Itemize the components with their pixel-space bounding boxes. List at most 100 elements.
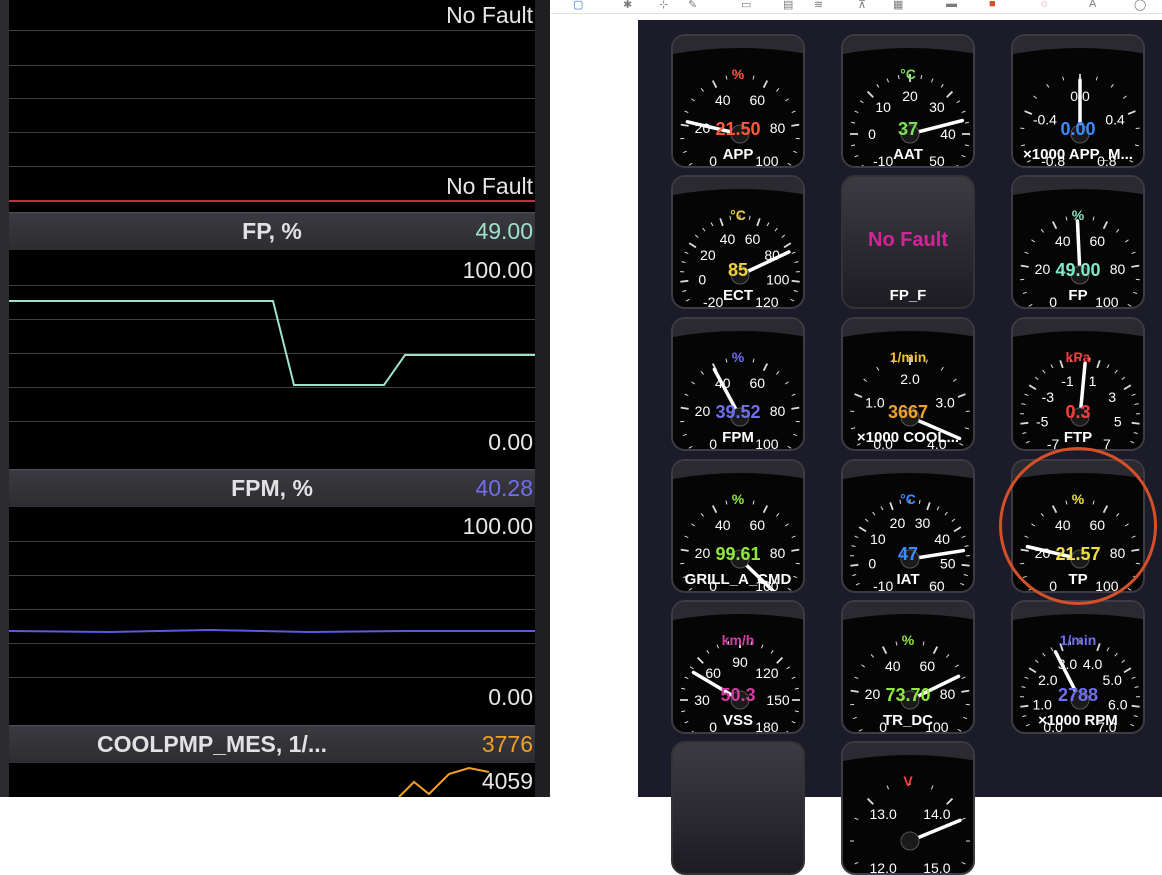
gauge-tile-fp-f[interactable]: No FaultFP_F [841, 175, 975, 309]
gauge-tile-ftp[interactable]: -7-5-3-11357kPa0.3FTP [1011, 317, 1145, 451]
lasso-icon[interactable]: ⊹ [659, 0, 668, 11]
gauge-tile--1000-cool-[interactable]: 0.01.02.03.04.01/min3667×1000 COOL... [841, 317, 975, 451]
pen-icon[interactable]: ✎ [688, 0, 697, 11]
gauge-label: TR_DC [843, 712, 973, 729]
gauge-value: 47 [843, 544, 973, 565]
gauge-tick [685, 394, 689, 396]
gauge-label: ×1000 COOL... [843, 429, 973, 446]
gauge-tick [954, 527, 961, 531]
gauge-tick [956, 591, 959, 593]
border-icon[interactable]: ▬ [946, 0, 957, 10]
select-icon[interactable]: ▢ [573, 0, 583, 11]
gauge-tick [1128, 111, 1135, 114]
gauge-tick-label: 20 [890, 515, 906, 531]
gauge-label: GRILL_A_CMD [673, 571, 803, 588]
gauge-tick [962, 536, 966, 538]
gauge-tick [685, 252, 689, 254]
adjust-icon[interactable]: ⊼ [858, 0, 866, 11]
gauge-tick [691, 307, 694, 309]
gauge-tick [689, 243, 696, 247]
gauge-tick [685, 536, 689, 538]
gauge-tile-app[interactable]: 020406080100%21.50APP [671, 34, 805, 168]
gauge-tick [1123, 96, 1126, 99]
fpm-value: 40.28 [475, 475, 533, 502]
gauge-tick-label: 4.0 [1083, 656, 1103, 672]
gauge-tick [785, 99, 788, 101]
gauge-tick [685, 677, 689, 679]
coolpmp-value: 3776 [482, 731, 533, 758]
gauge-tick [957, 165, 960, 167]
gauge-tick [1124, 385, 1131, 389]
gauge-tick [1132, 252, 1136, 254]
fp-trace [9, 251, 535, 459]
gauge-tick [855, 818, 859, 820]
gauge-tick [1051, 647, 1053, 651]
gauge-tick [1124, 668, 1131, 672]
highlight-circle [999, 447, 1157, 605]
gauge-tick [860, 101, 863, 103]
gauge-tick [1029, 668, 1036, 672]
color-icon[interactable]: ■ [989, 0, 996, 10]
gauge-tick [859, 729, 862, 731]
gauge-label: AAT [843, 146, 973, 163]
gauge-tile-fpm[interactable]: 020406080100%39.52FPM [671, 317, 805, 451]
gauge-unit: 1/min [1013, 632, 1143, 648]
gauge-tick-label: 12.0 [870, 860, 897, 875]
comment-icon[interactable]: ◯ [1134, 0, 1146, 11]
gauge-tick [792, 111, 796, 113]
layout-icon[interactable]: ▦ [893, 0, 903, 11]
gauge-tick [859, 527, 866, 531]
gauge-tile-empty[interactable] [671, 741, 805, 875]
gauge-unit: °C [673, 207, 803, 223]
font-icon[interactable]: A [1089, 0, 1096, 10]
fpm-header[interactable]: FPM, % 40.28 [9, 469, 535, 507]
gauge-tile--1000-rpm[interactable]: 0.01.02.03.04.05.06.07.01/min2788×1000 R… [1011, 600, 1145, 734]
gauge-tick [792, 677, 796, 679]
gauge-label: ECT [673, 287, 803, 304]
fp-header[interactable]: FP, % 49.00 [9, 212, 535, 250]
gauge-tile-vss[interactable]: 0306090120150180km/h50.3VSS [671, 600, 805, 734]
gauge-tile-grill-a-cmd[interactable]: 020406080100%99.61GRILL_A_CMD [671, 459, 805, 593]
gauge-tick [877, 367, 879, 370]
coolpmp-header[interactable]: COOLPMP_MES, 1/... 3776 [9, 725, 535, 763]
gauge-tick [1116, 229, 1119, 232]
gauge-value: 3667 [843, 402, 973, 423]
gauge-tick-label: 14.0 [923, 806, 950, 822]
gauge-tick [776, 88, 779, 91]
gauge-value: 99.61 [673, 544, 803, 565]
gauge-tick-label: 20 [902, 88, 918, 104]
gauge-tile-fp[interactable]: 020406080100%49.00FP [1011, 175, 1145, 309]
fill-icon[interactable]: ◌ [1041, 0, 1048, 10]
gauge-tile-aat[interactable]: -1001020304050°C37AAT [841, 34, 975, 168]
sign-icon[interactable]: ≋ [814, 0, 823, 11]
gauge-tile--1000-app-m-[interactable]: -0.8-0.40.00.40.80.00×1000 APP_M... [1011, 34, 1145, 168]
graph-column[interactable]: No Fault No Fault FP, % 49.00 100.00 0. [9, 0, 535, 797]
gauge-tick [691, 524, 694, 526]
gauge-tick [864, 379, 867, 382]
gauge-tick-label: 90 [732, 654, 748, 670]
gauge-tick [861, 665, 864, 667]
gauge-tick [792, 394, 796, 396]
gauge-tick [1034, 96, 1037, 99]
star-icon[interactable]: ✱ [623, 0, 632, 11]
gauge-tick [1035, 377, 1038, 380]
gauge-unit: % [843, 632, 973, 648]
gauge-tile-empty[interactable]: 12.013.014.015.0V [841, 741, 975, 875]
gauge-tile-tr-dc[interactable]: 020406080100%73.70TR_DC [841, 600, 975, 734]
gauge-tick [1115, 370, 1117, 373]
gauge-tile-iat[interactable]: -100102030405060°C47IAT [841, 459, 975, 593]
gauge-value: 39.52 [673, 402, 803, 423]
text-icon[interactable]: ▤ [783, 0, 793, 11]
gauge-value: 85 [673, 260, 803, 281]
gauge-tick [792, 536, 796, 538]
shape-icon[interactable]: ▭ [741, 0, 751, 11]
gauge-tick [691, 99, 694, 101]
gauge-tick [1051, 364, 1053, 368]
gauge-tick [962, 862, 966, 864]
coolpmp-title: COOLPMP_MES, 1/... [9, 731, 475, 758]
gauge-tick [937, 506, 939, 510]
gauge-tick [1107, 364, 1109, 368]
gauge-tick [955, 665, 958, 667]
gauge-tick [855, 862, 859, 864]
gauge-tile-ect[interactable]: -20020406080100120°C85ECT [671, 175, 805, 309]
